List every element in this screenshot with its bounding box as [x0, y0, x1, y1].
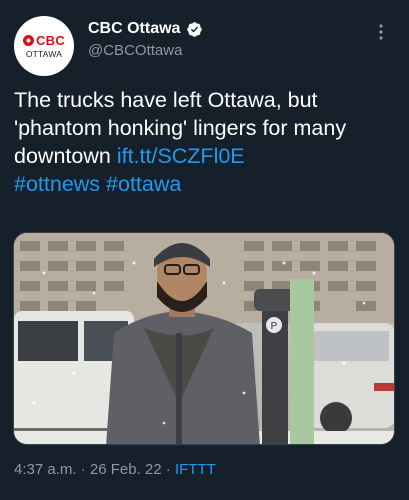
cbc-logo: CBC: [22, 33, 66, 48]
display-name[interactable]: CBC Ottawa: [88, 20, 180, 38]
tweet-timestamp: 4:37 a.m. · 26 Feb. 22 · IFTTT: [14, 461, 216, 478]
more-options-dots: [379, 24, 383, 40]
handle[interactable]: @CBCOttawa: [88, 42, 203, 59]
tweet-date[interactable]: 26 Feb. 22: [90, 461, 162, 478]
hashtag-ottawa[interactable]: #ottawa: [106, 172, 181, 196]
meta-separator-1: ·: [80, 461, 86, 478]
more-options-icon[interactable]: [371, 22, 391, 42]
meta-separator-2: ·: [165, 461, 171, 478]
avatar[interactable]: CBC OTTAWA: [14, 16, 74, 76]
hashtag-ottnews[interactable]: #ottnews: [14, 172, 100, 196]
photo-man-in-snow: P: [14, 233, 394, 444]
cbc-gem-icon: [22, 35, 34, 46]
avatar-sub-text: OTTAWA: [25, 49, 63, 59]
tweet-time[interactable]: 4:37 a.m.: [14, 461, 77, 478]
tweet-photo[interactable]: P: [13, 232, 395, 445]
tweet-link[interactable]: ift.tt/SCZFl0E: [117, 144, 245, 168]
svg-text:P: P: [271, 321, 278, 332]
tweet-source[interactable]: IFTTT: [175, 461, 216, 478]
tweet-header: CBC OTTAWA CBC Ottawa @CBCOttawa: [14, 16, 395, 76]
tweet-text: The trucks have left Ottawa, but 'phanto…: [14, 86, 398, 198]
verified-badge-icon: [187, 21, 203, 37]
author-block: CBC Ottawa @CBCOttawa: [88, 20, 203, 59]
avatar-logo-text: CBC: [35, 33, 66, 48]
